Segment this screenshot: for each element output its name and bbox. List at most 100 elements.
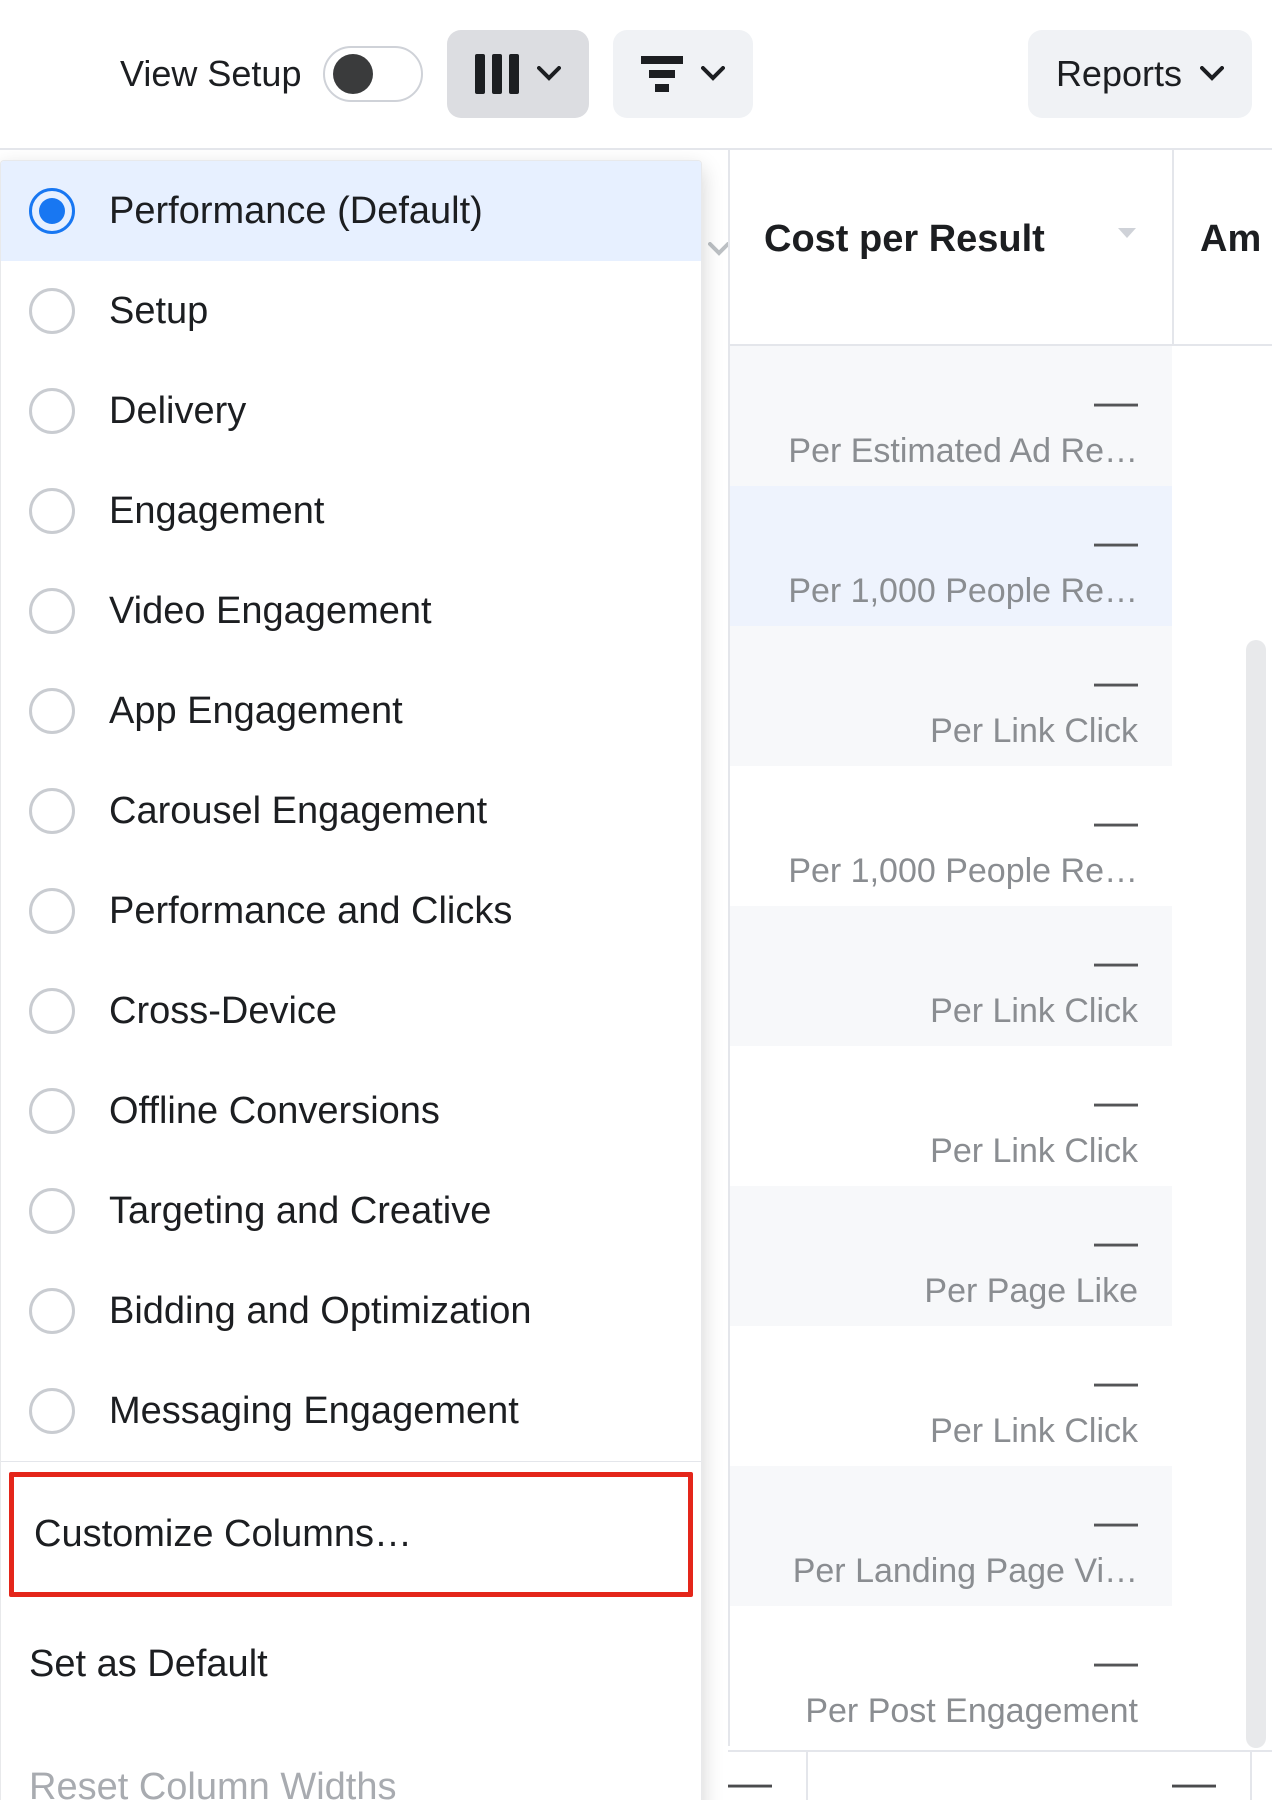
preset-option-label: Delivery (109, 390, 246, 433)
set-as-default-action[interactable]: Set as Default (1, 1603, 701, 1726)
view-setup-toggle[interactable] (323, 46, 423, 102)
radio-icon (29, 1288, 75, 1334)
preset-option[interactable]: Offline Conversions (1, 1061, 701, 1161)
column-header-cost-per-result[interactable]: Cost per Result (728, 150, 1172, 344)
preset-option-label: Offline Conversions (109, 1090, 440, 1133)
cell-value: — (1094, 380, 1138, 424)
breakdown-button[interactable] (613, 30, 753, 118)
caret-down-icon (537, 66, 561, 82)
radio-icon (29, 488, 75, 534)
radio-icon (29, 988, 75, 1034)
preset-option[interactable]: Setup (1, 261, 701, 361)
preset-option-label: Engagement (109, 490, 325, 533)
radio-icon (29, 888, 75, 934)
footer-cell: — (806, 1752, 1250, 1800)
preset-option-label: Targeting and Creative (109, 1190, 491, 1233)
column-title: Am (1200, 218, 1261, 260)
preset-option-label: Video Engagement (109, 590, 432, 633)
preset-option-list: Performance (Default) Setup Delivery Engage… (1, 161, 701, 1461)
table-footer: — — (728, 1750, 1272, 1800)
caret-down-icon (1200, 66, 1224, 82)
toolbar: View Setup Reports (0, 0, 1272, 150)
preset-option[interactable]: Performance (Default) (1, 161, 701, 261)
preset-option[interactable]: App Engagement (1, 661, 701, 761)
cell-value: — (1094, 1220, 1138, 1264)
caret-down-icon (701, 66, 725, 82)
column-presets-dropdown: Performance (Default) Setup Delivery Engage… (0, 160, 702, 1800)
cell-sublabel: Per Estimated Ad Re… (788, 432, 1138, 471)
table-row[interactable]: — Per Link Click (728, 1326, 1172, 1466)
vertical-scrollbar[interactable] (1246, 640, 1266, 1748)
radio-icon (29, 788, 75, 834)
preset-option-label: App Engagement (109, 690, 403, 733)
cell-sublabel: Per 1,000 People Re… (788, 852, 1138, 891)
cell-value: — (1094, 1640, 1138, 1684)
preset-option[interactable]: Messaging Engagement (1, 1361, 701, 1461)
cell-value: — (1094, 1080, 1138, 1124)
reports-button[interactable]: Reports (1028, 30, 1252, 118)
cell-value: — (1094, 1500, 1138, 1544)
preset-option-label: Performance and Clicks (109, 890, 512, 933)
preset-option[interactable]: Engagement (1, 461, 701, 561)
reset-column-widths-action: Reset Column Widths (1, 1726, 701, 1800)
caret-down-icon (708, 242, 730, 261)
table-body: — Per Estimated Ad Re… — Per 1,000 People R… (728, 346, 1272, 1746)
cell-sublabel: Per Link Click (930, 1132, 1138, 1171)
radio-icon (29, 688, 75, 734)
preset-option-label: Performance (Default) (109, 190, 483, 233)
preset-option[interactable]: Bidding and Optimization (1, 1261, 701, 1361)
preset-option-label: Carousel Engagement (109, 790, 487, 833)
preset-option[interactable]: Carousel Engagement (1, 761, 701, 861)
cell-sublabel: Per Post Engagement (805, 1692, 1138, 1731)
radio-icon (29, 588, 75, 634)
view-setup-label: View Setup (120, 53, 301, 95)
cell-sublabel: Per Page Like (924, 1272, 1138, 1311)
customize-columns-action[interactable]: Customize Columns… (9, 1472, 693, 1597)
radio-icon (29, 288, 75, 334)
cell-value: — (1094, 520, 1138, 564)
preset-option-label: Bidding and Optimization (109, 1290, 531, 1333)
cell-value: — (1094, 800, 1138, 844)
preset-option-label: Cross-Device (109, 990, 337, 1033)
columns-icon (475, 54, 519, 94)
divider (1, 1461, 701, 1462)
table-row[interactable]: — Per Link Click (728, 626, 1172, 766)
column-title: Cost per Result (764, 218, 1045, 261)
cell-value: — (1094, 660, 1138, 704)
radio-icon (29, 1088, 75, 1134)
preset-option[interactable]: Cross-Device (1, 961, 701, 1061)
preset-option[interactable]: Video Engagement (1, 561, 701, 661)
table-row[interactable]: — Per Link Click (728, 1046, 1172, 1186)
breakdown-icon (641, 56, 683, 92)
preset-option-label: Messaging Engagement (109, 1390, 519, 1433)
cell-sublabel: Per 1,000 People Re… (788, 572, 1138, 611)
cell-sublabel: Per Link Click (930, 1412, 1138, 1451)
radio-icon (29, 1188, 75, 1234)
cell-value: — (1094, 1360, 1138, 1404)
toggle-knob (333, 54, 373, 94)
cell-sublabel: Per Link Click (930, 712, 1138, 751)
table-row[interactable]: — Per Page Like (728, 1186, 1172, 1326)
results-table: Cost per Result Am — Per Estimated Ad Re…… (728, 150, 1272, 1800)
preset-option[interactable]: Delivery (1, 361, 701, 461)
radio-icon (29, 388, 75, 434)
columns-button[interactable] (447, 30, 589, 118)
table-row[interactable]: — Per 1,000 People Re… (728, 766, 1172, 906)
preset-option[interactable]: Targeting and Creative (1, 1161, 701, 1261)
table-row[interactable]: —Per Landing Page Vi… (728, 1466, 1172, 1606)
table-header: Cost per Result Am (728, 150, 1272, 346)
table-row[interactable]: — Per Post Engagement (728, 1606, 1172, 1746)
table-row[interactable]: — Per Link Click (728, 906, 1172, 1046)
radio-icon (29, 1388, 75, 1434)
cell-value: — (1094, 940, 1138, 984)
table-row[interactable]: — Per Estimated Ad Re… (728, 346, 1172, 486)
view-setup-toggle-group: View Setup (20, 46, 423, 102)
preset-option[interactable]: Performance and Clicks (1, 861, 701, 961)
column-header-amount[interactable]: Am (1172, 150, 1272, 344)
reports-label: Reports (1056, 53, 1182, 95)
table-row[interactable]: — Per 1,000 People Re… (728, 486, 1172, 626)
sort-arrow-icon (1116, 226, 1138, 247)
preset-option-label: Setup (109, 290, 208, 333)
radio-icon (29, 188, 75, 234)
cell-sublabel: Per Link Click (930, 992, 1138, 1031)
